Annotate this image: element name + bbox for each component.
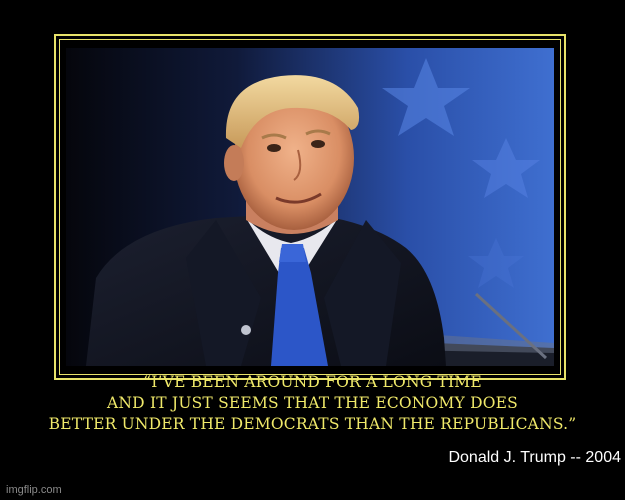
quote-attribution: Donald J. Trump -- 2004 — [448, 449, 621, 466]
quote-line-1: “I’VE BEEN AROUND FOR A LONG TIME — [143, 373, 482, 391]
quote-line-3: BETTER UNDER THE DEMOCRATS THAN THE REPU… — [48, 415, 577, 433]
portrait-photo — [66, 48, 554, 366]
imgflip-watermark: imgflip.com — [6, 484, 62, 496]
quote-line-2: AND IT JUST SEEMS THAT THE ECONOMY DOES — [107, 394, 518, 412]
quote-text: “I’VE BEEN AROUND FOR A LONG TIME AND IT… — [10, 372, 615, 435]
